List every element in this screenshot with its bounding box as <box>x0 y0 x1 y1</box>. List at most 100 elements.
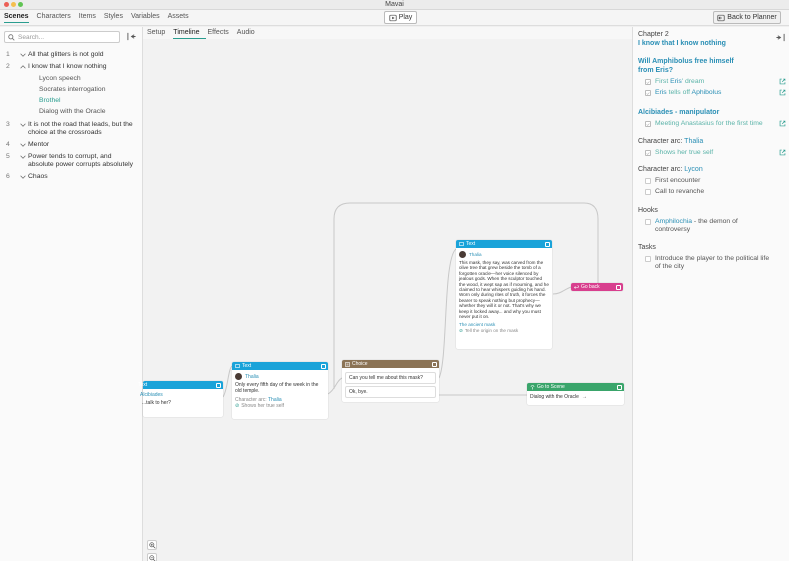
choice-option-1[interactable]: Can you tell me about this mask? <box>345 372 436 384</box>
collapse-panel-icon[interactable] <box>776 33 785 42</box>
scene-item-2[interactable]: 2 I know that I know nothing <box>0 61 143 73</box>
scene-item-4[interactable]: 4 Mentor <box>0 139 143 151</box>
tab-setup[interactable]: Setup <box>147 27 171 39</box>
scene-number: 6 <box>6 173 10 180</box>
item-text: tells off <box>666 89 692 96</box>
checkmark-icon <box>646 80 650 84</box>
node-graph[interactable]: Text Alcibiades ...talk to her? Text Tha… <box>138 39 632 561</box>
chevron-down-icon[interactable] <box>20 142 26 148</box>
scene-number: 2 <box>6 63 10 70</box>
character-link[interactable]: Lycon <box>684 166 702 173</box>
node-type-label: Text <box>242 363 252 369</box>
scene-number: 5 <box>6 153 10 160</box>
checkbox[interactable] <box>645 150 651 156</box>
external-link-icon[interactable] <box>779 89 786 96</box>
item-text: Meeting Anastasius for the first time <box>655 120 763 127</box>
chapter-panel: Chapter 2 I know that I know nothing Wil… <box>632 27 789 561</box>
node-header: Text <box>456 240 552 248</box>
character-name: Alcibiades <box>140 392 163 398</box>
node-header: Go back <box>571 283 623 291</box>
external-link-icon[interactable] <box>779 120 786 127</box>
checkbox[interactable] <box>645 189 651 195</box>
checkbox[interactable] <box>645 121 651 127</box>
tab-audio[interactable]: Audio <box>237 27 261 39</box>
character-link[interactable]: Eris <box>670 78 682 85</box>
back-to-planner-button[interactable]: Back to Planner <box>713 11 781 24</box>
check-circle-icon: ⊘ <box>235 403 240 409</box>
tab-effects[interactable]: Effects <box>208 27 235 39</box>
subscene-item-brothel[interactable]: Brothel <box>0 95 143 106</box>
checkbox[interactable] <box>645 219 651 225</box>
tab-scenes[interactable]: Scenes <box>4 13 29 23</box>
checklist-item: Meeting Anastasius for the first time <box>645 120 786 128</box>
scene-item-3[interactable]: 3 It is not the road that leads, but the… <box>0 119 143 139</box>
text-node-thalia-1[interactable]: Text Thalia Only every fifth day of the … <box>232 362 328 419</box>
checkbox[interactable] <box>645 79 651 85</box>
item-text: ' dream <box>681 78 705 85</box>
node-body-text: Only every fifth day of the week in the … <box>235 382 319 394</box>
main-tabs: Scenes Characters Items Styles Variables… <box>4 13 189 23</box>
edit-icon[interactable] <box>616 284 621 290</box>
scene-item-5[interactable]: 5 Power tends to corrupt, and absolute p… <box>0 151 143 171</box>
edit-icon[interactable] <box>432 361 437 367</box>
item-text: First encounter <box>655 177 701 184</box>
character-link[interactable]: Eris <box>655 89 667 96</box>
subscene-item-socrates-interrogation[interactable]: Socrates interrogation <box>0 84 143 95</box>
search-input[interactable] <box>18 33 118 41</box>
checklist-item: First Eris' dream <box>645 78 786 86</box>
collapse-sidebar-icon[interactable] <box>127 32 136 41</box>
go-to-scene-node[interactable]: Go to Scene Dialog with the Oracle → <box>527 383 624 405</box>
edit-icon[interactable] <box>216 382 221 388</box>
text-icon <box>459 241 464 246</box>
avatar <box>235 373 242 380</box>
scene-label: I know that I know nothing <box>28 63 107 70</box>
chevron-down-icon[interactable] <box>20 122 26 128</box>
chevron-down-icon[interactable] <box>20 52 26 58</box>
hooks-section: Hooks Amphilochia - the demon of controv… <box>638 206 786 234</box>
hook-link[interactable]: Amphilochia <box>655 218 692 225</box>
location-pin-icon <box>530 384 535 389</box>
external-link-icon[interactable] <box>779 149 786 156</box>
scene-label: It is not the road that leads, but the c… <box>28 121 133 136</box>
edit-icon[interactable] <box>617 384 622 390</box>
tab-characters[interactable]: Characters <box>37 13 71 23</box>
node-header: Text <box>232 362 328 370</box>
edit-icon[interactable] <box>321 363 326 369</box>
chevron-down-icon[interactable] <box>20 174 26 180</box>
tab-styles[interactable]: Styles <box>104 13 123 23</box>
checklist-item: Shows her true self <box>645 149 786 157</box>
node-type-label: Choice <box>352 361 368 367</box>
chevron-down-icon[interactable] <box>20 154 26 160</box>
choice-option-2[interactable]: Ok, bye. <box>345 386 436 398</box>
zoom-out-button[interactable] <box>147 553 157 561</box>
tab-items[interactable]: Items <box>79 13 96 23</box>
tab-assets[interactable]: Assets <box>168 13 189 23</box>
zoom-in-icon <box>148 541 156 549</box>
node-body-text: ...talk to her? <box>142 400 171 406</box>
checkbox[interactable] <box>645 90 651 96</box>
search-box <box>4 31 120 43</box>
edit-icon[interactable] <box>545 241 550 247</box>
character-link[interactable]: Thalia <box>684 138 703 145</box>
text-node-thalia-2[interactable]: Text Thalia This mask, they say, was car… <box>456 240 552 349</box>
subscene-item-dialog-with-oracle[interactable]: Dialog with the Oracle <box>0 106 143 117</box>
character-name: Thalia <box>245 373 259 380</box>
zoom-in-button[interactable] <box>147 540 157 550</box>
external-link-icon[interactable] <box>779 78 786 85</box>
tab-timeline[interactable]: Timeline <box>173 27 206 39</box>
scene-item-1[interactable]: 1 All that glitters is not gold <box>0 49 143 61</box>
scene-item-6[interactable]: 6 Chaos <box>0 171 143 183</box>
checkbox[interactable] <box>645 178 651 184</box>
choice-node[interactable]: Choice Can you tell me about this mask? … <box>342 360 439 402</box>
character-name: Thalia <box>469 251 482 257</box>
go-back-node[interactable]: Go back <box>571 283 623 291</box>
back-icon <box>717 14 725 21</box>
tab-variables[interactable]: Variables <box>131 13 160 23</box>
item-text: Call to revanche <box>655 188 705 195</box>
text-node-left[interactable]: Text Alcibiades ...talk to her? <box>138 381 223 417</box>
play-button[interactable]: Play <box>384 11 417 24</box>
checkbox[interactable] <box>645 256 651 262</box>
character-link[interactable]: Aphibolus <box>692 89 722 96</box>
subscene-item-lycon-speech[interactable]: Lycon speech <box>0 73 143 84</box>
chevron-up-icon[interactable] <box>20 64 26 70</box>
